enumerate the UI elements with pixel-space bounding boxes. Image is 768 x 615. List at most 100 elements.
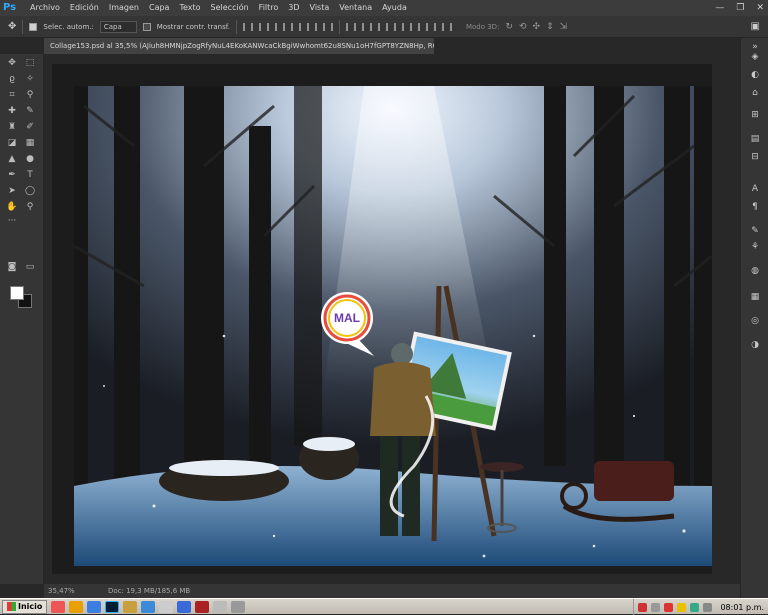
pen-icon[interactable]: ✒ (6, 170, 18, 181)
info-icon[interactable]: ◎ (749, 316, 761, 327)
eraser-icon[interactable]: ◪ (6, 138, 18, 149)
gradient-icon[interactable]: ▦ (24, 138, 36, 149)
align-top-icon[interactable] (242, 22, 253, 31)
quick-mask-icon[interactable]: ◙ (6, 262, 18, 273)
separator (338, 19, 340, 34)
distribute-vcenter-icon[interactable] (361, 22, 372, 31)
brave-browser-icon[interactable] (51, 600, 66, 613)
path-select-icon[interactable]: ➤ (6, 186, 18, 197)
menu-imagen[interactable]: Imagen (104, 0, 144, 16)
styles-icon[interactable]: ▤ (749, 134, 761, 145)
orbit-3d-icon[interactable]: ↻ (505, 22, 513, 32)
zoom-icon[interactable]: ⚲ (24, 202, 36, 213)
align-hcenter-icon[interactable] (306, 22, 317, 31)
histogram-icon[interactable]: ◑ (749, 340, 761, 351)
screen-mode-icon[interactable]: ▭ (24, 262, 36, 273)
brush-panel-icon[interactable]: ✎ (749, 226, 761, 237)
auto-select-dropdown[interactable]: Capa (99, 20, 137, 33)
clone-source-icon[interactable]: ⚘ (749, 242, 761, 253)
eyedropper-icon[interactable]: ⚲ (24, 90, 36, 101)
adjustments-icon[interactable]: ⊞ (749, 110, 761, 121)
media-icon[interactable] (141, 600, 156, 613)
menu-ayuda[interactable]: Ayuda (377, 0, 412, 16)
character-icon[interactable]: A (749, 184, 761, 195)
dodge-icon[interactable]: ● (24, 154, 36, 165)
window-icon[interactable] (231, 600, 246, 613)
auto-select-checkbox[interactable] (29, 22, 38, 31)
healing-icon[interactable]: ✚ (6, 106, 18, 117)
marquee-icon[interactable]: ⬚ (24, 58, 36, 69)
align-right-icon[interactable] (322, 22, 333, 31)
word-icon[interactable] (177, 600, 192, 613)
antivirus-icon[interactable] (664, 602, 674, 612)
menu-3d[interactable]: 3D (283, 0, 304, 16)
update-icon[interactable] (690, 602, 700, 612)
menu-texto[interactable]: Texto (174, 0, 205, 16)
minimize-icon[interactable]: — (715, 3, 724, 13)
history-brush-icon[interactable]: ✐ (24, 122, 36, 133)
layers-icon[interactable]: ◈ (749, 52, 761, 63)
navigator-icon[interactable]: ▦ (749, 292, 761, 303)
shape-icon[interactable]: ◯ (24, 186, 36, 197)
stamp-icon[interactable]: ♜ (6, 122, 18, 133)
channels-icon[interactable]: ◐ (749, 70, 761, 81)
workspace-icon[interactable]: ▣ (751, 21, 760, 32)
menu-capa[interactable]: Capa (144, 0, 174, 16)
brush-icon[interactable]: ✎ (24, 106, 36, 117)
zoom-level[interactable]: 35,47% (48, 584, 75, 598)
more-icon[interactable]: ··· (6, 216, 18, 227)
paths-icon[interactable]: ⌂ (749, 88, 761, 99)
close-window-icon[interactable]: ✕ (756, 3, 764, 13)
document-canvas[interactable]: MAL (74, 86, 712, 566)
drag-3d-icon[interactable]: ✣ (533, 22, 541, 32)
swatches-icon[interactable]: ◍ (749, 266, 761, 277)
distribute-right-icon[interactable] (425, 22, 436, 31)
align-vcenter-icon[interactable] (258, 22, 269, 31)
security-icon[interactable] (638, 602, 648, 612)
document-tab[interactable]: Collage153.psd al 35,5% (AJiuh8HMNjpZogR… (44, 38, 434, 54)
scale-3d-icon[interactable]: ⇲ (560, 22, 568, 32)
network-icon[interactable] (651, 602, 661, 612)
taskbar-clock[interactable]: 08:01 p.m. (720, 603, 764, 612)
firefox-icon[interactable] (69, 600, 84, 613)
menu-seleccion[interactable]: Selección (206, 0, 254, 16)
app-icon[interactable] (159, 600, 174, 613)
chrome-icon[interactable] (87, 600, 102, 613)
magic-wand-icon[interactable]: ✧ (24, 74, 36, 85)
distribute-left-icon[interactable] (393, 22, 404, 31)
menu-archivo[interactable]: Archivo (25, 0, 65, 16)
distribute-hcenter-icon[interactable] (409, 22, 420, 31)
hand-icon[interactable]: ✋ (6, 202, 18, 213)
move-tool-icon[interactable]: ✥ (8, 21, 16, 32)
menu-vista[interactable]: Vista (305, 0, 335, 16)
windows-logo-icon (7, 602, 16, 611)
properties-icon[interactable]: ⊟ (749, 152, 761, 163)
folder-icon[interactable] (123, 600, 138, 613)
menu-edicion[interactable]: Edición (65, 0, 104, 16)
paragraph-icon[interactable]: ¶ (749, 202, 761, 213)
crop-icon[interactable]: ⌗ (6, 90, 18, 101)
distribute-bottom-icon[interactable] (377, 22, 388, 31)
foreground-color-swatch[interactable] (10, 286, 24, 300)
auto-align-icon[interactable] (441, 22, 452, 31)
notification-icon[interactable] (677, 602, 687, 612)
window-icon[interactable] (213, 600, 228, 613)
menu-filtro[interactable]: Filtro (254, 0, 284, 16)
move-icon[interactable]: ✥ (6, 58, 18, 69)
menu-ventana[interactable]: Ventana (334, 0, 377, 16)
roll-3d-icon[interactable]: ⟲ (519, 22, 527, 32)
document-size[interactable]: Doc: 19,3 MB/185,6 MB (108, 584, 190, 598)
blur-icon[interactable]: ▲ (6, 154, 18, 165)
photoshop-taskbar-icon[interactable] (105, 600, 120, 613)
restore-icon[interactable]: ❐ (736, 3, 744, 13)
transform-controls-checkbox[interactable] (142, 22, 151, 31)
align-bottom-icon[interactable] (274, 22, 285, 31)
start-button[interactable]: Inicio (2, 599, 48, 614)
acrobat-icon[interactable] (195, 600, 210, 613)
align-left-icon[interactable] (290, 22, 301, 31)
slide-3d-icon[interactable]: ⇕ (546, 22, 554, 32)
volume-icon[interactable] (703, 602, 713, 612)
distribute-top-icon[interactable] (345, 22, 356, 31)
type-icon[interactable]: T (24, 170, 36, 181)
lasso-icon[interactable]: ϱ (6, 74, 18, 85)
